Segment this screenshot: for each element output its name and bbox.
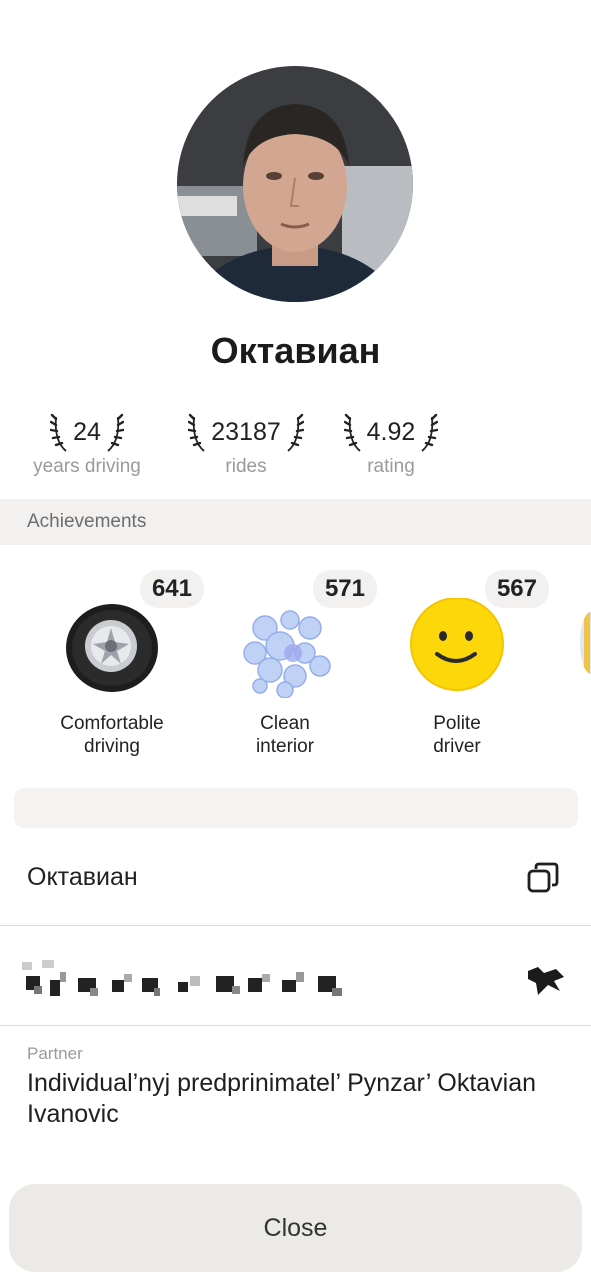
name-row: Октавиан [0,830,591,926]
smiley-icon [410,597,504,691]
laurel-right-icon [107,413,124,452]
partner-label: Partner [27,1044,83,1063]
stat-value: 4.92 [366,417,416,446]
achievement-label: Polite driver [433,713,481,757]
stat-value: 24 [73,417,101,446]
stat-caption: rides [225,456,267,477]
tire-icon [66,604,158,692]
name-value: Октавиан [27,863,138,891]
achievement-label: Clean interior [255,713,315,757]
bubbles-icon [243,610,331,699]
laurel-right-icon [287,413,304,452]
stat-caption: rating [367,456,415,477]
achievements-header: Achievements [0,499,591,545]
copy-button[interactable] [526,860,562,896]
obscured-phone-number [22,960,342,996]
laurel-right-icon [421,413,439,452]
copy-icon [527,862,559,893]
phone-row[interactable] [0,927,591,1026]
laurel-left-icon [188,413,205,452]
achievement-polite-driver[interactable]: 567 Polite driver [377,570,549,758]
achievement-count: 567 [484,570,549,608]
laurel-left-icon [50,413,67,452]
stat-years-driving: 24 years driving [26,410,148,478]
obscured-action-icon[interactable] [526,963,566,999]
stat-rides: 23187 rides [180,410,312,478]
achievement-next-partial[interactable] [580,612,591,674]
close-button[interactable]: Close [9,1184,582,1272]
achievement-count: 641 [139,570,204,608]
stat-value: 23187 [211,417,281,446]
stat-rating: 4.92 rating [336,410,446,478]
stat-caption: years driving [33,456,141,477]
driver-avatar [177,66,413,302]
partner-value: Individual’nyj predprinimatel’ Pynzar’ O… [27,1069,537,1128]
placeholder-strip [14,788,578,828]
driver-profile-screen: Октавиан 24 years driving 23187 rides 4.… [0,0,591,1280]
achievement-count: 571 [312,570,377,608]
achievement-clean-interior[interactable]: 571 Clean interior [205,570,377,758]
laurel-left-icon [343,413,361,452]
driver-name: Октавиан [210,330,381,371]
achievement-label: Comfortable driving [60,713,164,757]
achievement-comfortable-driving[interactable]: 641 Comfortable driving [32,570,204,758]
